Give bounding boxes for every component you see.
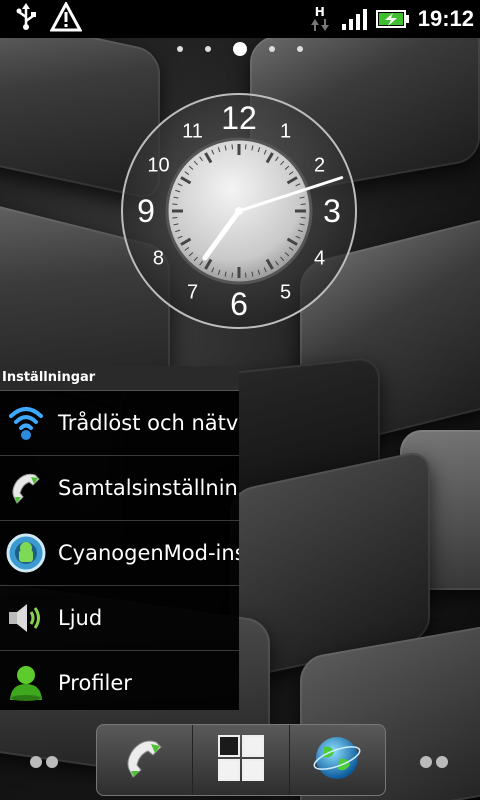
settings-widget-title: Inställningar (0, 366, 239, 391)
globe-icon (312, 733, 362, 787)
page-indicator (0, 40, 480, 58)
clock-numeral: 5 (280, 282, 291, 304)
settings-item-profiles[interactable]: Profiler (0, 651, 239, 715)
clock-numeral: 11 (182, 120, 203, 142)
phone-icon (6, 468, 46, 508)
clock-tick (300, 203, 306, 206)
network-type-indicator: H (310, 6, 330, 32)
dock-phone-button[interactable] (97, 725, 194, 795)
left-screen-dots[interactable] (30, 756, 58, 768)
dock-all-apps-button[interactable] (193, 725, 290, 795)
usb-icon (14, 3, 38, 35)
signal-icon (341, 9, 367, 30)
status-time: 19:12 (417, 6, 474, 31)
battery-charging-icon (375, 10, 409, 28)
clock-tick (172, 203, 178, 206)
clock-numeral: 4 (314, 248, 325, 270)
page-dot (205, 46, 211, 52)
page-dot (177, 46, 183, 52)
phone-icon (122, 735, 168, 785)
dock (96, 724, 386, 796)
clock-tick (244, 272, 247, 278)
clock-tick (244, 144, 247, 150)
settings-item-label: Ljud (58, 606, 103, 630)
page-dot-active (233, 42, 247, 56)
clock-numeral: 12 (221, 100, 257, 136)
clock-numeral: 10 (147, 155, 169, 177)
clock-tick (231, 272, 234, 278)
clock-numeral: 1 (280, 120, 291, 142)
clock-numeral: 2 (314, 155, 325, 177)
grid-icon (217, 734, 265, 786)
settings-item-calls[interactable]: Samtalsinställningar (0, 456, 239, 521)
speaker-icon (6, 598, 46, 638)
warning-icon (49, 0, 83, 36)
page-dot (297, 46, 303, 52)
clock-tick (231, 144, 234, 150)
data-arrows-icon (310, 19, 329, 31)
analog-clock-widget[interactable]: 12 1 2 3 4 5 6 7 8 9 10 11 (120, 92, 358, 330)
network-type-label: H (314, 5, 325, 19)
page-dot (269, 46, 275, 52)
clock-numeral: 6 (230, 286, 248, 322)
settings-item-label: CyanogenMod-inställningar (58, 541, 239, 565)
clock-numeral: 9 (137, 193, 155, 229)
settings-item-cyanogenmod[interactable]: CyanogenMod-inställningar (0, 521, 239, 586)
cyanogenmod-icon (6, 533, 46, 573)
clock-tick (172, 216, 178, 219)
settings-item-label: Trådlöst och nätverk (58, 411, 239, 435)
settings-widget: Inställningar Trådlöst och nätverk Samta… (0, 366, 239, 710)
clock-numeral: 7 (187, 282, 198, 304)
clock-tick (300, 216, 306, 219)
settings-item-label: Samtalsinställningar (58, 476, 239, 500)
wifi-icon (6, 403, 46, 443)
profile-icon (6, 663, 46, 703)
dock-browser-button[interactable] (290, 725, 385, 795)
status-bar: H 19:12 (0, 0, 480, 38)
right-screen-dots[interactable] (420, 756, 448, 768)
settings-item-sound[interactable]: Ljud (0, 586, 239, 651)
clock-numeral: 8 (153, 248, 164, 270)
clock-numeral: 3 (323, 193, 341, 229)
settings-item-wireless[interactable]: Trådlöst och nätverk (0, 391, 239, 456)
settings-item-label: Profiler (58, 671, 132, 695)
